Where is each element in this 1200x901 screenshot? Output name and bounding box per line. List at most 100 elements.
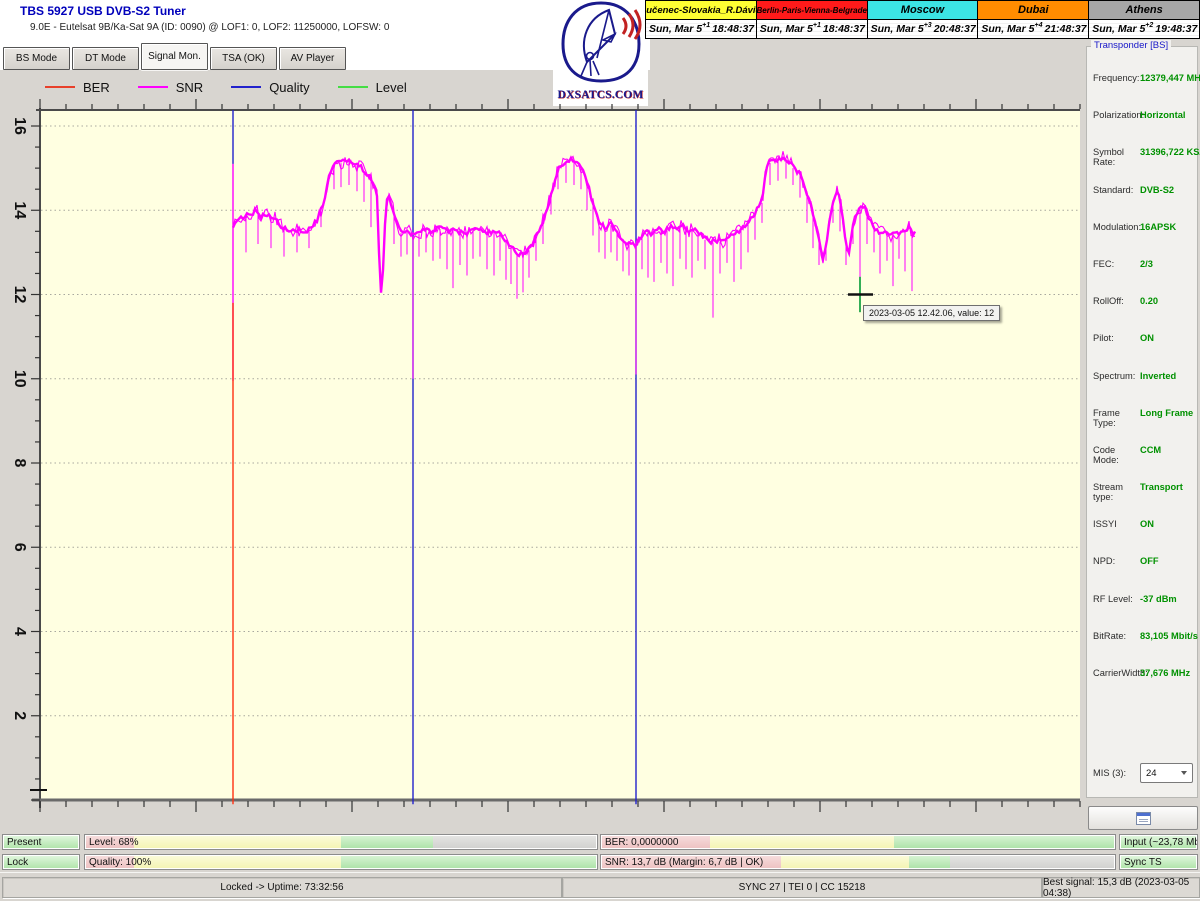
gauge-segments — [86, 836, 596, 848]
app-title: TBS 5927 USB DVB-S2 Tuner — [20, 4, 186, 18]
gauge-segment-yellow — [781, 856, 909, 868]
tab-tsa-ok-[interactable]: TSA (OK) — [210, 47, 277, 70]
cursor-tooltip: 2023-03-05 12.42.06, value: 12 — [863, 305, 1000, 321]
clock-date: Sun, Mar 5 — [1092, 23, 1145, 35]
y-axis-label: 16 — [11, 117, 28, 135]
field-value: CCM — [1140, 445, 1195, 455]
panel-title: Transponder [BS] — [1091, 40, 1171, 51]
field-value: Inverted — [1140, 371, 1195, 381]
mis-select[interactable]: 24 — [1140, 763, 1193, 783]
clock-utc-offset: +2 — [1145, 22, 1153, 29]
gauge-snr: SNR: 13,7 dB (Margin: 6,7 dB | OK) — [600, 854, 1116, 870]
field-value: 12379,447 MHz — [1140, 73, 1200, 83]
gauge-segment-yellow — [134, 836, 341, 848]
field-label: Stream type: — [1093, 482, 1140, 502]
status-bar: Locked -> Uptime: 73:32:56SYNC 27 | TEI … — [0, 872, 1200, 901]
gauge-ber: BER: 0,0000000 — [600, 834, 1116, 850]
clock-time: Sun, Mar 5+421:48:37 — [978, 20, 1088, 38]
field-frame-type-: Frame Type:Long Frame — [1093, 408, 1195, 445]
field-rf-level-: RF Level:-37 dBm — [1093, 594, 1195, 631]
tab-signal-mon-[interactable]: Signal Mon. — [141, 43, 208, 70]
field-label: RF Level: — [1093, 594, 1140, 604]
gauge-segments — [86, 856, 596, 868]
signal-chart[interactable]: 161412108642 2023-03-05 12.42.06, value:… — [0, 94, 1090, 818]
field-label: Frame Type: — [1093, 408, 1140, 428]
tuner-info-line: 9.0E - Eutelsat 9B/Ka-Sat 9A (ID: 0090) … — [30, 22, 389, 33]
field-label: Spectrum: — [1093, 371, 1140, 381]
field-label: Modulation: — [1093, 222, 1140, 232]
legend-swatch-ber — [45, 86, 75, 88]
clock-time: Sun, Mar 5+118:48:37 — [646, 20, 756, 38]
gauge-segment-gray — [433, 836, 596, 848]
field-bitrate-: BitRate:83,105 Mbit/s — [1093, 631, 1195, 668]
field-label: Frequency: — [1093, 73, 1140, 83]
clock-date: Sun, Mar 5 — [871, 23, 924, 35]
clock-city-label: Lučenec-Slovakia_R.Dávid — [646, 1, 756, 20]
field-value: 37,676 MHz — [1140, 668, 1195, 678]
field-label: BitRate: — [1093, 631, 1140, 641]
clock-date: Sun, Mar 5 — [981, 23, 1034, 35]
field-label: Code Mode: — [1093, 445, 1140, 465]
gauge-label: BER: 0,0000000 — [605, 836, 678, 849]
gauge-label: Input (~23,78 Mbps) — [1124, 836, 1198, 849]
tab-av-player[interactable]: AV Player — [279, 47, 346, 70]
transponder-panel: Transponder [BS] Frequency:12379,447 MHz… — [1086, 46, 1198, 798]
field-rolloff-: RollOff:0.20 — [1093, 296, 1195, 333]
clock-berlin: Berlin-Paris-Vienna-BelgradeSun, Mar 5+1… — [757, 1, 868, 38]
field-label: Symbol Rate: — [1093, 147, 1140, 167]
status-section-1: SYNC 27 | TEI 0 | CC 15218 — [562, 877, 1042, 898]
chevron-down-icon — [1181, 771, 1187, 775]
gauge-sync-ts: Sync TS — [1119, 854, 1198, 870]
clock-date: Sun, Mar 5 — [760, 23, 813, 35]
y-axis-label: 2 — [11, 711, 28, 720]
clock-hms: 19:48:37 — [1155, 23, 1197, 35]
window-icon — [1136, 812, 1151, 825]
status-section-2: Best signal: 15,3 dB (2023-03-05 04:38) — [1042, 877, 1200, 898]
gauge-segment-green — [909, 856, 950, 868]
field-value: ON — [1140, 333, 1195, 343]
gauge-segment-yellow — [134, 856, 341, 868]
gauge-segment-green — [341, 856, 596, 868]
mis-value: 24 — [1146, 768, 1157, 779]
field-frequency-: Frequency:12379,447 MHz — [1093, 73, 1195, 110]
transponder-fields: Frequency:12379,447 MHzPolarization:Hori… — [1093, 73, 1195, 705]
legend-label: SNR — [176, 80, 203, 95]
clock-moscow: MoscowSun, Mar 5+320:48:37 — [868, 1, 979, 38]
signal-plot[interactable]: 161412108642 — [0, 94, 1090, 818]
gauge-label: Lock — [7, 856, 28, 869]
tab-dt-mode[interactable]: DT Mode — [72, 47, 139, 70]
field-value: 83,105 Mbit/s — [1140, 631, 1198, 641]
field-value: 16APSK — [1140, 222, 1195, 232]
gauge-lock: Lock — [2, 854, 80, 870]
legend-item-quality: Quality — [231, 80, 309, 95]
clock-athens: AthensSun, Mar 5+219:48:37 — [1089, 1, 1199, 38]
field-value: -37 dBm — [1140, 594, 1195, 604]
y-axis-label: 12 — [11, 286, 28, 304]
field-label: CarrierWidth: — [1093, 668, 1140, 678]
panel-button[interactable] — [1088, 806, 1198, 830]
field-value: 2/3 — [1140, 259, 1195, 269]
y-axis-label: 8 — [11, 459, 28, 468]
gauge-segments — [602, 836, 1114, 848]
gauge-label: Sync TS — [1124, 856, 1162, 869]
gauge-segment-green — [341, 836, 433, 848]
legend-swatch-level — [338, 86, 368, 88]
clock-hms: 18:48:37 — [823, 23, 865, 35]
clock-dubai: DubaiSun, Mar 5+421:48:37 — [978, 1, 1089, 38]
signal-gauges: PresentLevel: 68% BER: 0,0000000 Input (~2… — [0, 832, 1200, 872]
field-value: DVB-S2 — [1140, 185, 1195, 195]
field-npd-: NPD:OFF — [1093, 556, 1195, 593]
field-label: RollOff: — [1093, 296, 1140, 306]
gauge-input: Input (~23,78 Mbps) — [1119, 834, 1198, 850]
field-carrierwidth-: CarrierWidth:37,676 MHz — [1093, 668, 1195, 705]
field-label: FEC: — [1093, 259, 1140, 269]
clock-utc-offset: +4 — [1035, 22, 1043, 29]
tab-bs-mode[interactable]: BS Mode — [3, 47, 70, 70]
clock-city-label: Moscow — [868, 1, 978, 20]
gauge-level: Level: 68% — [84, 834, 598, 850]
clock-time: Sun, Mar 5+118:48:37 — [757, 20, 867, 38]
gauge-present: Present — [2, 834, 80, 850]
field-symbol-rate-: Symbol Rate:31396,722 KS/s — [1093, 147, 1195, 184]
field-value: Transport — [1140, 482, 1195, 492]
mode-tabbar: BS ModeDT ModeSignal Mon.TSA (OK)AV Play… — [3, 44, 348, 70]
